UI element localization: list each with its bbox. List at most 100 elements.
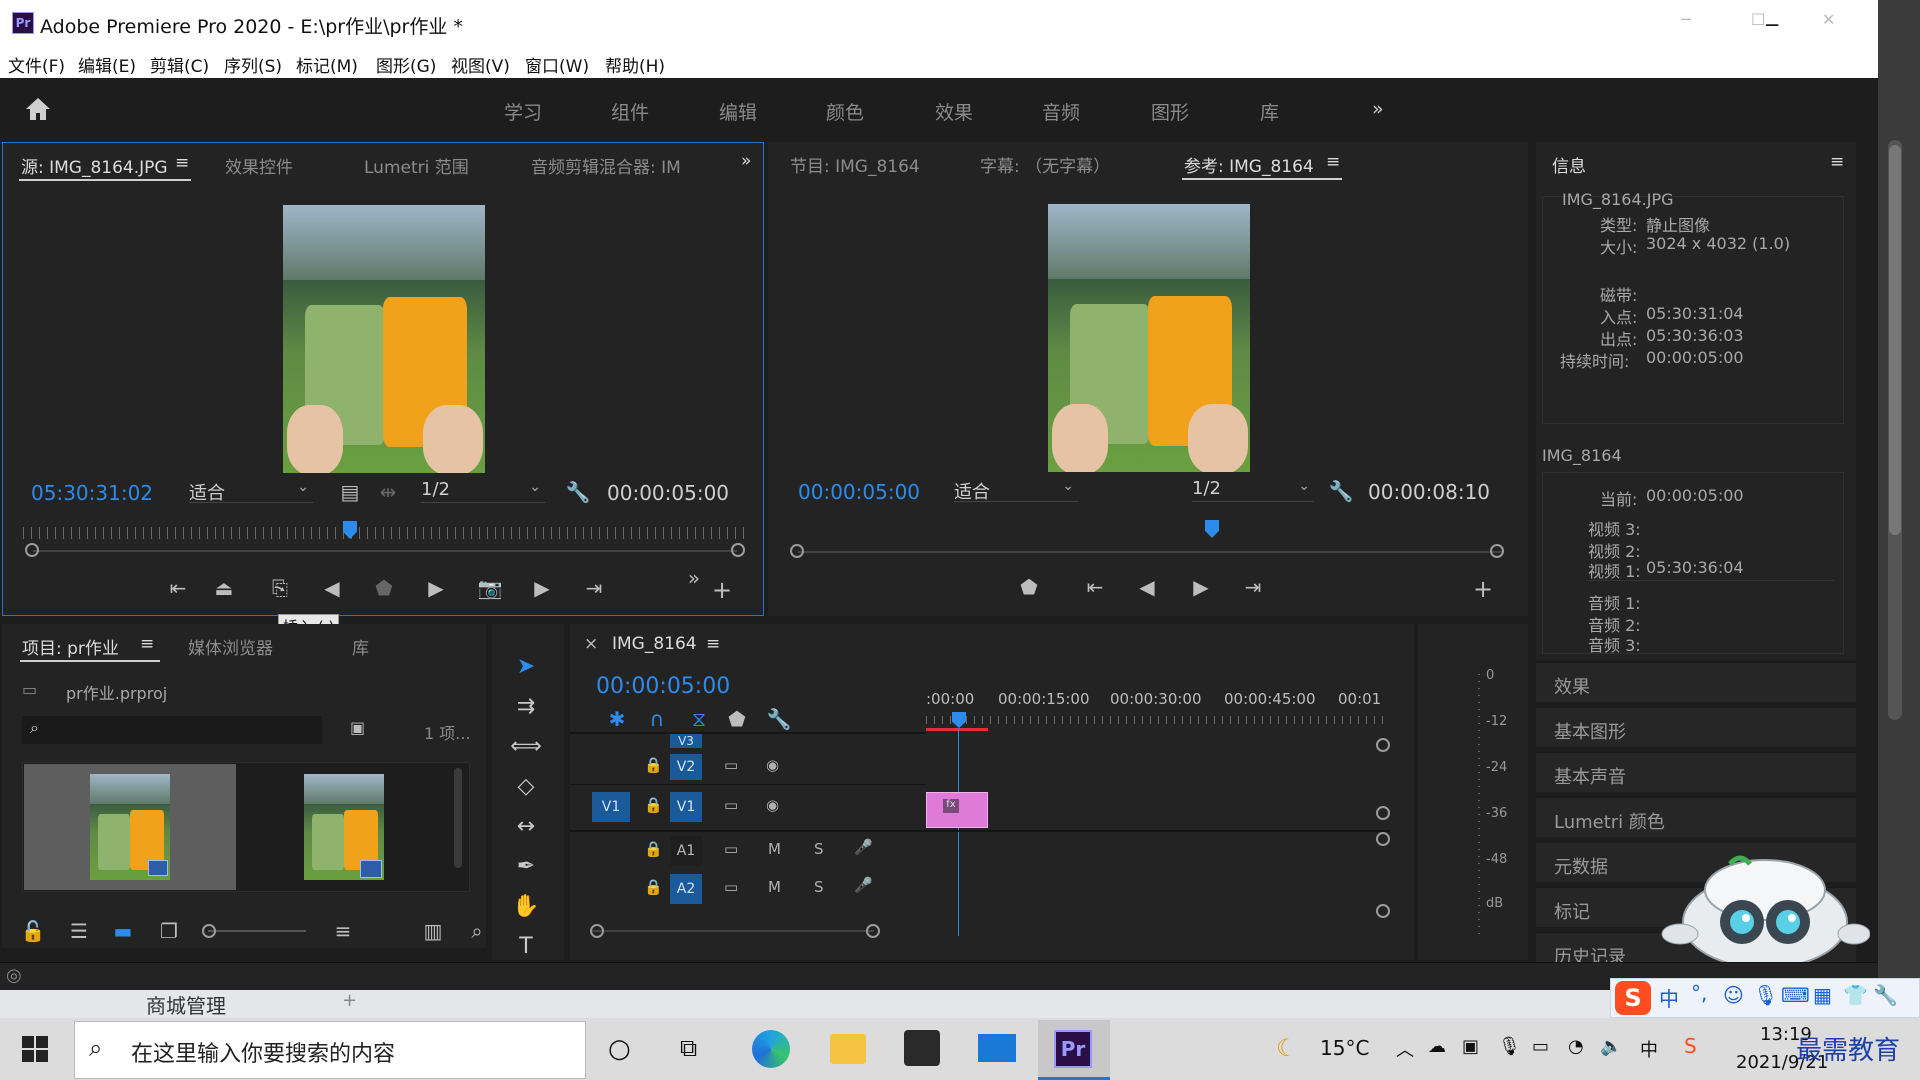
add-marker-icon[interactable]: ⬟ [369, 573, 399, 603]
source-patch-v1[interactable]: V1 [592, 792, 630, 822]
maximize-button[interactable]: ☐ [1751, 10, 1765, 29]
program-fit-dropdown[interactable]: 适合 ⌄ [954, 478, 1078, 503]
menu-file[interactable]: 文件(F) [8, 52, 65, 77]
selection-tool-icon[interactable]: ➤ [508, 650, 544, 684]
razor-tool-icon[interactable]: ◇ [508, 770, 544, 804]
store-icon[interactable] [904, 1030, 940, 1066]
tab-media-browser[interactable]: 媒体浏览器 [188, 634, 273, 659]
timeline-audio-vscroll-bottom[interactable] [1376, 904, 1390, 918]
timeline-audio-vscroll-top[interactable] [1376, 832, 1390, 846]
tray-ime-mode[interactable]: 中 [1640, 1036, 1658, 1062]
hand-tool-icon[interactable]: ✋ [508, 890, 544, 924]
program-playhead[interactable] [1205, 520, 1219, 538]
workspace-graphics[interactable]: 图形 [1151, 98, 1189, 125]
tray-mic-icon[interactable]: 🎙 [1498, 1036, 1521, 1057]
timeline-hscroll[interactable] [590, 930, 874, 932]
program-step-back-icon[interactable]: ◀ [1132, 572, 1162, 602]
insert-icon[interactable]: ⎘ [265, 573, 295, 603]
weather-temperature[interactable]: 15°C [1320, 1036, 1369, 1060]
track-a1-mic-icon[interactable]: 🎤 [854, 838, 873, 856]
wifi-icon[interactable]: ◔ [1568, 1036, 1584, 1057]
edge-browser-icon[interactable] [752, 1030, 790, 1068]
nest-snap-icon[interactable]: ✱ [602, 704, 632, 734]
controls-overflow-icon[interactable]: » [679, 563, 709, 593]
workspace-effects[interactable]: 效果 [935, 98, 973, 125]
timeline-zoom-left[interactable] [590, 924, 604, 938]
source-zoom-handle-right[interactable] [731, 543, 745, 557]
step-forward-icon[interactable]: ▶ [527, 573, 557, 603]
taskbar-premiere-active[interactable]: Pr [1038, 1020, 1110, 1080]
timeline-settings-icon[interactable]: 🔧 [764, 704, 794, 734]
volume-icon[interactable]: 🔈 [1600, 1036, 1622, 1057]
workspace-overflow-icon[interactable]: » [1372, 98, 1384, 120]
ime-mode-chinese[interactable]: 中 [1659, 983, 1679, 1012]
track-a1-mute[interactable]: M [768, 840, 781, 858]
track-a2-mute[interactable]: M [768, 878, 781, 896]
ime-emoji-icon[interactable]: ☺ [1723, 983, 1744, 1007]
program-step-forward-icon[interactable]: ▶ [1186, 572, 1216, 602]
source-zoom-bar[interactable] [33, 550, 737, 552]
program-zoom-bar[interactable] [798, 551, 1502, 553]
workspace-audio[interactable]: 音频 [1042, 98, 1080, 125]
program-button-editor-plus-icon[interactable]: + [1468, 574, 1498, 604]
program-zoom-handle-right[interactable] [1490, 544, 1504, 558]
tab-program[interactable]: 节目: IMG_8164 [790, 152, 920, 177]
source-settings-wrench-icon[interactable]: 🔧 [563, 477, 593, 507]
track-a2-mic-icon[interactable]: 🎤 [854, 876, 873, 894]
step-back-icon[interactable]: ◀ [317, 573, 347, 603]
track-a2-sync-icon[interactable]: ▭ [724, 878, 738, 896]
pen-tool-icon[interactable]: ✒ [508, 850, 544, 884]
tab-effect-controls[interactable]: 效果控件 [225, 153, 293, 178]
thumbnail-size-slider[interactable] [208, 930, 306, 932]
ime-voice-icon[interactable]: 🎙 [1753, 983, 1778, 1007]
program-preview-image[interactable] [1048, 204, 1250, 472]
program-timecode[interactable]: 00:00:05:00 [798, 480, 920, 504]
close-sequence-icon[interactable]: × [584, 634, 598, 654]
automate-to-sequence-icon[interactable]: ▥ [418, 916, 448, 946]
timeline-vscroll-top[interactable] [1376, 738, 1390, 752]
battery-icon[interactable]: ▭ [1532, 1036, 1549, 1057]
track-a1-target[interactable]: A1 [670, 836, 702, 866]
tab-captions[interactable]: 字幕: （无字幕） [980, 152, 1110, 177]
track-a1-sync-icon[interactable]: ▭ [724, 840, 738, 858]
workspace-libraries[interactable]: 库 [1260, 98, 1279, 125]
sequence-tab-menu-icon[interactable]: ≡ [706, 634, 720, 654]
program-settings-wrench-icon[interactable]: 🔧 [1326, 476, 1356, 506]
onedrive-icon[interactable]: ☁ [1428, 1036, 1446, 1057]
thumbnail-size-handle[interactable] [202, 924, 216, 938]
track-v1-eye-icon[interactable]: ◉ [766, 796, 779, 814]
close-button[interactable]: ✕ [1822, 10, 1835, 29]
tab-reference[interactable]: 参考: IMG_8164 [1184, 152, 1314, 177]
ime-punctuation-icon[interactable]: °, [1691, 981, 1707, 1005]
tab-audio-clip-mixer[interactable]: 音频剪辑混合器: IM [531, 153, 707, 178]
mark-in-icon[interactable]: ⇤ [163, 573, 193, 603]
track-select-tool-icon[interactable]: ⇉ [508, 690, 544, 724]
go-to-in-icon[interactable]: ⇤ [1080, 572, 1110, 602]
work-area-bar[interactable] [926, 728, 988, 731]
tray-app-icon[interactable]: ▣ [1462, 1036, 1479, 1057]
program-go-to-out-icon[interactable]: ⇥ [1238, 572, 1268, 602]
ime-keyboard-icon[interactable]: ⌨ [1781, 983, 1810, 1007]
workspace-editing[interactable]: 编辑 [719, 98, 757, 125]
info-panel-title[interactable]: 信息 [1552, 152, 1586, 177]
snap-magnet-icon[interactable]: ∩ [642, 704, 672, 734]
track-v2-sync-icon[interactable]: ▭ [724, 756, 738, 774]
export-frame-camera-icon[interactable]: 📷 [475, 573, 505, 603]
project-search-input[interactable] [22, 716, 322, 744]
panel-effects[interactable]: 效果 [1536, 662, 1856, 702]
linked-selection-icon[interactable]: ⧖ [684, 704, 714, 734]
minimize-btn[interactable]: ─ [1681, 10, 1691, 29]
timeline-zoom-right[interactable] [866, 924, 880, 938]
source-preview-image[interactable] [283, 205, 485, 473]
ime-tools-icon[interactable]: 🔧 [1873, 983, 1898, 1007]
drag-video-only-icon[interactable]: ▤ [335, 477, 365, 507]
icon-view-icon[interactable]: ▬ [108, 916, 138, 946]
workspace-color[interactable]: 颜色 [826, 98, 864, 125]
program-zoom-handle-left[interactable] [790, 544, 804, 558]
track-v2-target[interactable]: V2 [670, 754, 702, 780]
tab-source[interactable]: 源: IMG_8164.JPG [21, 153, 168, 178]
track-a2-lock-icon[interactable]: 🔒 [644, 878, 663, 896]
program-resolution-dropdown[interactable]: 1/2 ⌄ [1192, 478, 1314, 502]
info-panel-menu-icon[interactable]: ≡ [1830, 152, 1844, 172]
track-v1-target[interactable]: V1 [670, 792, 702, 822]
